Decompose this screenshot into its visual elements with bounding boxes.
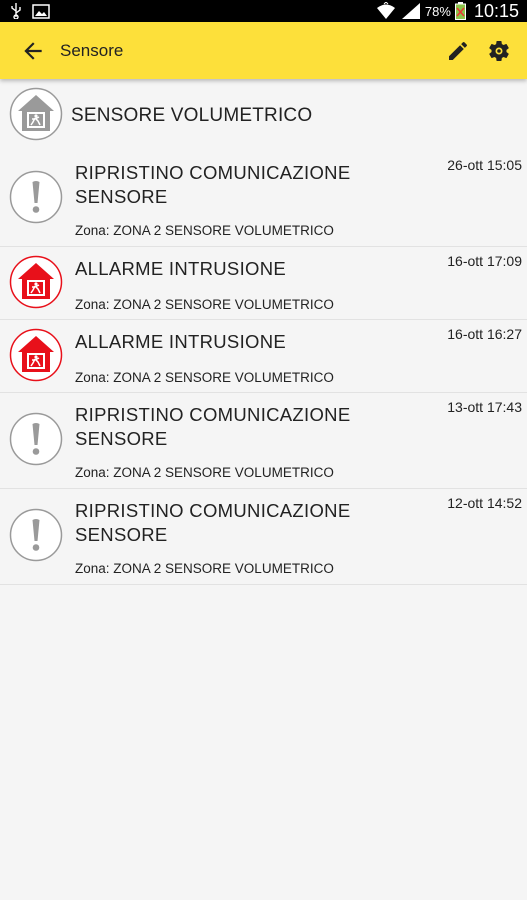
event-title: RIPRISTINO COMUNICAZIONE SENSORE	[75, 162, 351, 207]
exclamation-icon	[9, 170, 63, 224]
event-list: RIPRISTINO COMUNICAZIONE SENSORE 26-ott …	[0, 151, 527, 585]
edit-pencil-icon	[449, 41, 468, 60]
event-zone: Zona: ZONA 2 SENSORE VOLUMETRICO	[75, 561, 334, 576]
event-title: RIPRISTINO COMUNICAZIONE SENSORE	[75, 404, 351, 449]
signal-icon	[401, 3, 420, 19]
event-time: 13-ott 17:43	[447, 399, 522, 415]
wifi-icon	[376, 2, 395, 19]
exclamation-icon	[9, 412, 63, 466]
event-time: 16-ott 16:27	[447, 326, 522, 342]
usb-icon	[11, 3, 21, 19]
page-title: Sensore	[60, 41, 124, 60]
intrusion-alarm-icon	[9, 255, 63, 309]
exclamation-icon	[9, 508, 63, 562]
event-time: 16-ott 17:09	[447, 253, 522, 269]
event-item[interactable]: RIPRISTINO COMUNICAZIONE SENSORE 12-ott …	[0, 489, 527, 585]
event-item[interactable]: ALLARME INTRUSIONE 16-ott 17:09 Zona: ZO…	[0, 247, 527, 320]
event-title: RIPRISTINO COMUNICAZIONE SENSORE	[75, 500, 351, 545]
event-zone: Zona: ZONA 2 SENSORE VOLUMETRICO	[75, 297, 334, 312]
event-zone: Zona: ZONA 2 SENSORE VOLUMETRICO	[75, 370, 334, 385]
event-item[interactable]: RIPRISTINO COMUNICAZIONE SENSORE 13-ott …	[0, 393, 527, 489]
edit-button[interactable]	[446, 39, 470, 63]
event-time: 26-ott 15:05	[447, 157, 522, 173]
app-bar: Sensore	[0, 22, 527, 79]
back-arrow-icon	[24, 42, 42, 60]
event-item[interactable]: RIPRISTINO COMUNICAZIONE SENSORE 26-ott …	[0, 151, 527, 247]
settings-gear-icon	[489, 40, 509, 61]
event-title: ALLARME INTRUSIONE	[75, 258, 286, 279]
event-item[interactable]: ALLARME INTRUSIONE 16-ott 16:27 Zona: ZO…	[0, 320, 527, 393]
status-bar: 78% 10:15	[0, 0, 527, 22]
clock: 10:15	[473, 0, 519, 21]
event-zone: Zona: ZONA 2 SENSORE VOLUMETRICO	[75, 465, 334, 480]
house-sensor-icon	[9, 87, 63, 141]
battery-icon	[454, 2, 466, 20]
image-icon	[32, 3, 50, 19]
event-zone: Zona: ZONA 2 SENSORE VOLUMETRICO	[75, 223, 334, 238]
event-time: 12-ott 14:52	[447, 495, 522, 511]
device-header: SENSORE VOLUMETRICO	[0, 79, 527, 151]
back-button[interactable]	[20, 38, 46, 64]
intrusion-alarm-icon	[9, 328, 63, 382]
event-title: ALLARME INTRUSIONE	[75, 331, 286, 352]
device-name: SENSORE VOLUMETRICO	[71, 105, 313, 126]
battery-percent: 78%	[424, 3, 451, 19]
settings-button[interactable]	[487, 39, 511, 63]
